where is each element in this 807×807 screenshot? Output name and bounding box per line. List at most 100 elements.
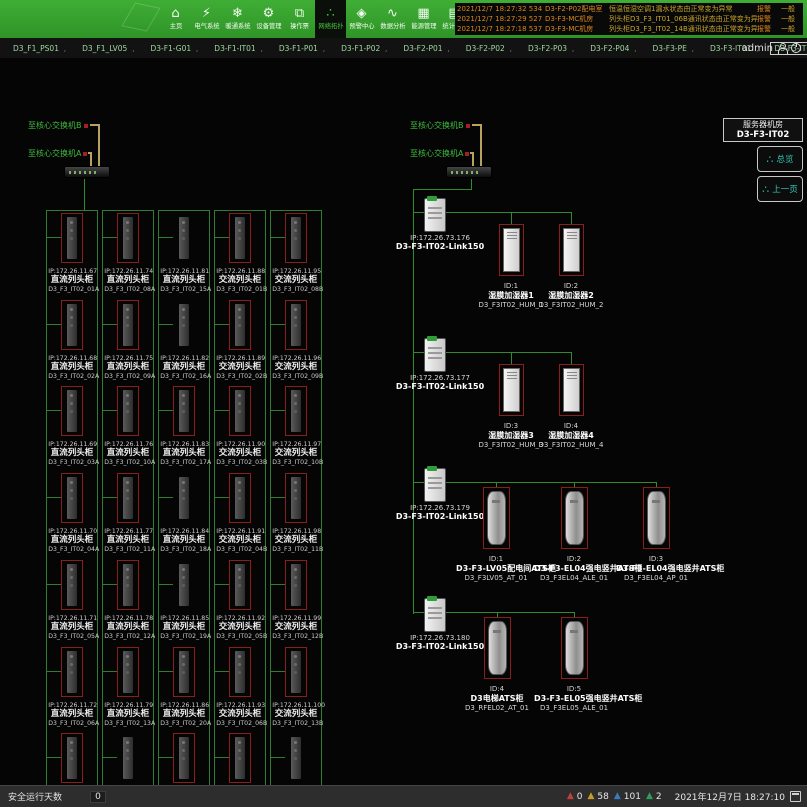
cabinet-icon bbox=[179, 390, 189, 432]
menu-item[interactable]: ∴ 网络拓扑 bbox=[315, 0, 346, 38]
link150-gateway[interactable] bbox=[424, 468, 446, 502]
red-indicator bbox=[465, 152, 469, 156]
cabinet-type: 交流列头柜 bbox=[271, 535, 321, 545]
page-tab[interactable]: D3_F1_LV05 bbox=[77, 42, 139, 55]
device-code: D3_F3EL04_ALE_01 bbox=[534, 574, 614, 583]
page-tab[interactable]: D3-F1-IT01 bbox=[209, 42, 268, 55]
page-tab[interactable]: D3-F2-P02 bbox=[461, 42, 517, 55]
cabinet-node[interactable]: IP:172.26.11.70 直流列头柜 D3_F3_IT02_04A bbox=[47, 471, 97, 558]
alarm-count-badge[interactable]: ▲ 101 bbox=[614, 792, 641, 802]
connector-line bbox=[471, 179, 472, 189]
link150-gateway[interactable] bbox=[424, 198, 446, 232]
cabinet-node[interactable]: IP:172.26.11.91 交流列头柜 D3_F3_IT02_04B bbox=[215, 471, 265, 558]
cabinet-alarm-frame bbox=[285, 473, 307, 523]
cabinet-node[interactable]: IP:172.26.11.82 直流列头柜 D3_F3_IT02_16A bbox=[159, 298, 209, 385]
cabinet-icon bbox=[291, 304, 301, 346]
cabinet-node[interactable]: IP:172.26.11.89 交流列头柜 D3_F3_IT02_02B bbox=[215, 298, 265, 385]
page-tab[interactable]: D3-F1-P02 bbox=[336, 42, 392, 55]
humidifier-node[interactable]: ID:4 湿膜加湿器4 D3_F3IT02_HUM_4 bbox=[531, 364, 611, 450]
logout-power-icon[interactable] bbox=[791, 43, 801, 53]
cabinet-ip: IP:172.26.11.91 bbox=[216, 527, 264, 535]
cabinet-alarm-frame bbox=[173, 733, 195, 783]
menu-item[interactable]: ▦ 能源管理 bbox=[408, 0, 439, 38]
access-switch[interactable] bbox=[446, 166, 492, 178]
page-tab-bar: D3_F1_PS01 D3_F1_LV05 D3-F1-G01 D3-F1-IT… bbox=[0, 38, 807, 58]
alarm-source: D3-F3-MC机房 bbox=[545, 14, 609, 24]
alarm-count-badge[interactable]: ▲ 0 bbox=[567, 792, 583, 802]
alarm-row[interactable]: 2021/12/7 18:27:18 537 D3-F3-MC机房 列头柜D3_… bbox=[457, 24, 801, 34]
menu-item[interactable]: ∿ 数据分析 bbox=[377, 0, 408, 38]
cabinet-type: 直流列头柜 bbox=[103, 275, 153, 285]
menu-item[interactable]: ⧉ 操作票 bbox=[284, 0, 315, 38]
cabinet-node[interactable]: IP:172.26.11.100 交流列头柜 D3_F3_IT02_13B bbox=[271, 645, 321, 732]
cabinet-node[interactable]: IP:172.26.11.72 直流列头柜 D3_F3_IT02_06A bbox=[47, 645, 97, 732]
cabinet-node[interactable]: IP:172.26.11.92 交流列头柜 D3_F3_IT02_05B bbox=[215, 558, 265, 645]
previous-page-button[interactable]: ∴ 上一页 bbox=[757, 176, 803, 202]
ats-node[interactable]: ID:4 D3电梯ATS柜 D3_RFEL02_AT_01 bbox=[457, 617, 537, 713]
overview-button[interactable]: ∴ 总览 bbox=[757, 146, 803, 172]
cabinet-alarm-frame bbox=[173, 560, 195, 610]
ats-node[interactable]: ID:3 D3-F3-EL04强电竖井ATS柜 D3_F3EL04_AP_01 bbox=[616, 487, 696, 583]
cabinet-node[interactable]: IP:172.26.11.99 交流列头柜 D3_F3_IT02_12B bbox=[271, 558, 321, 645]
cabinet-code: D3_F3_IT02_02A bbox=[48, 372, 96, 380]
menu-item[interactable]: ❄ 暖通系统 bbox=[222, 0, 253, 38]
cabinet-node[interactable]: IP:172.26.11.85 直流列头柜 D3_F3_IT02_19A bbox=[159, 558, 209, 645]
alarm-count-badge[interactable]: ▲ 58 bbox=[587, 792, 608, 802]
device-alarm-frame bbox=[484, 617, 511, 679]
alarm-count-badge[interactable]: ▲ 2 bbox=[646, 792, 662, 802]
device-id: ID:5 bbox=[534, 685, 614, 694]
cabinet-node[interactable]: IP:172.26.11.98 交流列头柜 D3_F3_IT02_11B bbox=[271, 471, 321, 558]
cabinet-alarm-frame bbox=[117, 733, 139, 783]
calendar-icon[interactable] bbox=[790, 791, 801, 802]
page-tab[interactable]: D3-F2-P04 bbox=[585, 42, 641, 55]
page-tab[interactable]: D3_F1_PS01 bbox=[8, 42, 71, 55]
cabinet-node[interactable]: IP:172.26.11.75 直流列头柜 D3_F3_IT02_09A bbox=[103, 298, 153, 385]
ats-node[interactable]: ID:5 D3-F3-EL05强电竖井ATS柜 D3_F3EL05_ALE_01 bbox=[534, 617, 614, 713]
link150-gateway[interactable] bbox=[424, 338, 446, 372]
cabinet-node[interactable]: IP:172.26.11.96 交流列头柜 D3_F3_IT02_09B bbox=[271, 298, 321, 385]
cabinet-node[interactable]: IP:172.26.11.67 直流列头柜 D3_F3_IT02_01A bbox=[47, 211, 97, 298]
cabinet-node[interactable]: IP:172.26.11.79 直流列头柜 D3_F3_IT02_13A bbox=[103, 645, 153, 732]
cabinet-node[interactable]: IP:172.26.11.88 交流列头柜 D3_F3_IT02_01B bbox=[215, 211, 265, 298]
page-tab[interactable]: D3-F1-G01 bbox=[145, 42, 203, 55]
cabinet-code: D3_F3_IT02_08B bbox=[272, 285, 320, 293]
alarm-row[interactable]: 2021/12/7 18:27:29 527 D3-F3-MC机房 列头柜D3_… bbox=[457, 14, 801, 24]
page-tab[interactable]: D3-F2-P03 bbox=[523, 42, 579, 55]
alarm-count-value: 0 bbox=[577, 792, 583, 802]
cabinet-node[interactable]: IP:172.26.11.78 直流列头柜 D3_F3_IT02_12A bbox=[103, 558, 153, 645]
user-icon[interactable] bbox=[777, 43, 787, 53]
cabinet-code: D3_F3_IT02_06B bbox=[216, 719, 264, 727]
ats-node[interactable]: ID:2 D3-F3-EL04强电竖井ATS柜 D3_F3EL04_ALE_01 bbox=[534, 487, 614, 583]
cabinet-node[interactable]: IP:172.26.11.76 直流列头柜 D3_F3_IT02_10A bbox=[103, 384, 153, 471]
cabinet-node[interactable]: IP:172.26.11.83 直流列头柜 D3_F3_IT02_17A bbox=[159, 384, 209, 471]
cabinet-type: 交流列头柜 bbox=[215, 275, 265, 285]
device-name: D3-F3-EL04强电竖井ATS柜 bbox=[616, 564, 696, 574]
cabinet-node[interactable]: IP:172.26.11.93 交流列头柜 D3_F3_IT02_06B bbox=[215, 645, 265, 732]
cabinet-node[interactable]: IP:172.26.11.77 直流列头柜 D3_F3_IT02_11A bbox=[103, 471, 153, 558]
cabinet-node[interactable]: IP:172.26.11.86 直流列头柜 D3_F3_IT02_20A bbox=[159, 645, 209, 732]
alarm-row[interactable]: 2021/12/7 18:27:32 534 D3-F2-P02配电室 恒温恒湿… bbox=[457, 4, 801, 14]
page-tab[interactable]: D3-F2-P01 bbox=[398, 42, 454, 55]
access-switch[interactable] bbox=[64, 166, 110, 178]
menu-item[interactable]: ⚡ 电气系统 bbox=[191, 0, 222, 38]
page-tab[interactable]: D3-F3-PE bbox=[648, 42, 699, 55]
link150-gateway[interactable] bbox=[424, 598, 446, 632]
alarm-count-value: 58 bbox=[597, 792, 608, 802]
cabinet-node[interactable]: IP:172.26.11.95 交流列头柜 D3_F3_IT02_08B bbox=[271, 211, 321, 298]
menu-item[interactable]: ⚙ 设备管理 bbox=[253, 0, 284, 38]
cabinet-node[interactable]: IP:172.26.11.90 交流列头柜 D3_F3_IT02_03B bbox=[215, 384, 265, 471]
cabinet-node[interactable]: IP:172.26.11.68 直流列头柜 D3_F3_IT02_02A bbox=[47, 298, 97, 385]
cabinet-node[interactable]: IP:172.26.11.71 直流列头柜 D3_F3_IT02_05A bbox=[47, 558, 97, 645]
cabinet-code: D3_F3_IT02_08A bbox=[104, 285, 152, 293]
cabinet-node[interactable]: IP:172.26.11.69 直流列头柜 D3_F3_IT02_03A bbox=[47, 384, 97, 471]
menu-item[interactable]: ⌂ 主页 bbox=[160, 0, 191, 38]
cabinet-node[interactable]: IP:172.26.11.74 直流列头柜 D3_F3_IT02_08A bbox=[103, 211, 153, 298]
cabinet-node[interactable]: IP:172.26.11.97 交流列头柜 D3_F3_IT02_10B bbox=[271, 384, 321, 471]
menu-item[interactable]: ◈ 预警中心 bbox=[346, 0, 377, 38]
page-tab[interactable]: D3-F1-P01 bbox=[274, 42, 330, 55]
ats-node[interactable]: ID:1 D3-F3-LV05配电间ATS柜 D3_F3LV05_AT_01 bbox=[456, 487, 536, 583]
cabinet-node[interactable]: IP:172.26.11.81 直流列头柜 D3_F3_IT02_15A bbox=[159, 211, 209, 298]
cabinet-node[interactable]: IP:172.26.11.84 直流列头柜 D3_F3_IT02_18A bbox=[159, 471, 209, 558]
humidifier-node[interactable]: ID:2 湿膜加湿器2 D3_F3IT02_HUM_2 bbox=[531, 224, 611, 310]
cabinet-alarm-frame bbox=[229, 647, 251, 697]
